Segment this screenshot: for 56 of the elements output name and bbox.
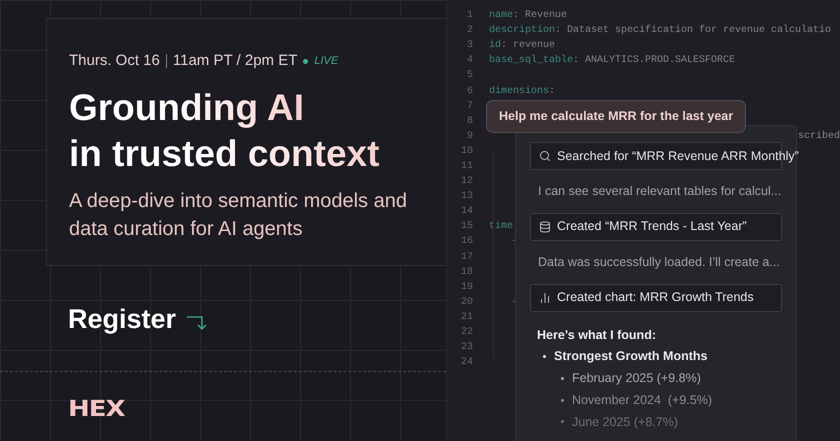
line-number: 14 <box>460 205 474 220</box>
line-number: 5 <box>466 69 474 84</box>
answer-subitem: June 2025 (+8.7%) <box>572 414 678 431</box>
event-time: 11am PT / 2pm ET <box>172 51 298 71</box>
code-text: dimensions: <box>489 84 556 99</box>
event-date: Thurs. Oct 16 <box>69 51 160 71</box>
line-number: 23 <box>460 341 474 356</box>
answer-subitem: February 2025 (+9.8%) <box>572 370 701 387</box>
answer-item: Strongest Growth Months <box>554 348 708 366</box>
line-number: 13 <box>460 190 474 204</box>
line-number: 11 <box>460 160 474 174</box>
assistant-message: I can see several relevant tables for calcul... <box>537 183 782 200</box>
bullet-icon <box>543 355 546 358</box>
tool-step-text: Created “MRR Trends - Last Year” <box>557 218 747 236</box>
line-number: 16 <box>460 235 474 250</box>
code-text: name: Revenue <box>489 9 568 24</box>
tool-step-text: Searched for “MRR Revenue ARR Monthly” <box>557 148 799 165</box>
line-number: 21 <box>460 310 474 325</box>
line-number: 4 <box>466 54 474 68</box>
prompt-text: Help me calculate MRR for the last year <box>499 108 734 126</box>
bar-chart-icon <box>539 292 551 304</box>
line-number: 10 <box>460 144 474 159</box>
line-number: 22 <box>460 326 474 340</box>
answer-subitem: November 2024 (+9.5%) <box>572 392 712 409</box>
bullet-icon <box>561 376 564 380</box>
code-text: time <box>489 220 514 234</box>
code-text: description: Dataset specification for revenue calculatio <box>489 24 832 38</box>
line-number: 1 <box>466 9 474 24</box>
line-number: 8 <box>466 114 474 129</box>
line-number: 3 <box>466 39 474 54</box>
line-number: 20 <box>460 296 474 310</box>
line-number: 9 <box>466 130 474 144</box>
line-number: 2 <box>466 24 474 38</box>
live-label: LIVE <box>314 54 338 69</box>
code-text: base_sql_table: ANALYTICS.PROD.SALESFORCE <box>489 54 736 68</box>
subtitle: A deep-dive into semantic models and data curation for AI agents <box>69 188 408 242</box>
database-icon <box>539 220 551 233</box>
arrow-icon <box>186 315 208 332</box>
line-number: 15 <box>460 220 474 234</box>
line-number: 7 <box>466 100 474 114</box>
bullet-icon <box>561 420 564 424</box>
line-number: 6 <box>466 84 474 99</box>
code-text: id: revenue <box>489 38 556 54</box>
line-number: 24 <box>460 356 474 370</box>
line-number: 19 <box>460 280 474 295</box>
code-text: scribed <box>798 130 840 144</box>
line-number: 12 <box>460 175 474 190</box>
logo: HEX <box>68 395 125 424</box>
assistant-message: Data was successfully loaded. I’ll create a... <box>537 254 781 271</box>
search-icon <box>539 150 551 162</box>
register-link[interactable]: Register <box>68 299 176 340</box>
bullet-icon <box>561 398 564 402</box>
line-number: 17 <box>460 250 474 265</box>
line-number: 18 <box>460 266 474 280</box>
answer-heading: Here’s what I found: <box>537 326 657 344</box>
tool-step-text: Created chart: MRR Growth Trends <box>557 289 754 306</box>
